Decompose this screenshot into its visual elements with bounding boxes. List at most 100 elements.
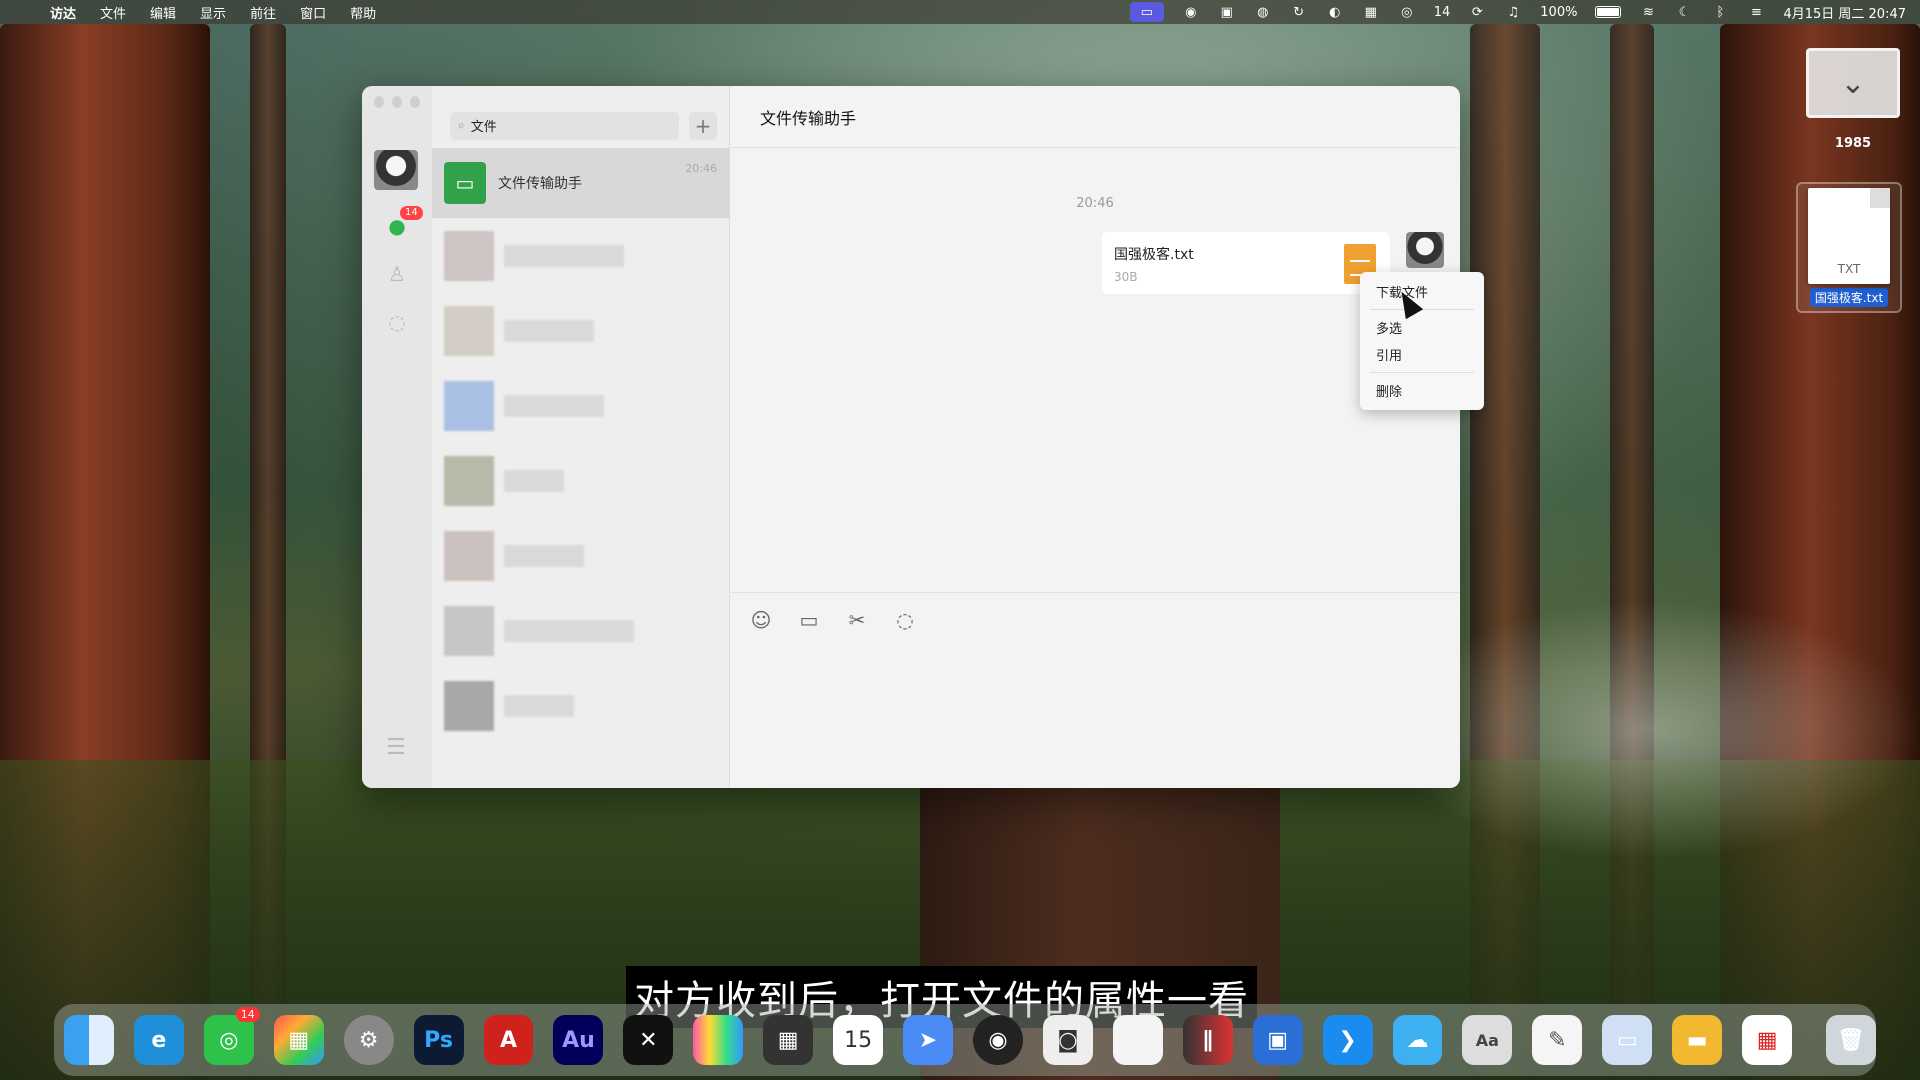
desktop-folder[interactable]: ⌄ 1985	[1806, 48, 1900, 151]
clock[interactable]: 4月15日 周二 20:47	[1783, 3, 1906, 22]
message-timestamp: 20:46	[1076, 196, 1114, 211]
sync-icon[interactable]: ⟳	[1468, 4, 1486, 20]
parallels-icon[interactable]: ∥	[1182, 1015, 1233, 1065]
obs-icon[interactable]: ◉	[972, 1015, 1023, 1065]
battery-icon[interactable]	[1595, 6, 1622, 18]
headphones-icon[interactable]: ♫	[1504, 4, 1522, 20]
desktop-file[interactable]: TXT 国强极客.txt	[1796, 182, 1902, 313]
wechat-status-count: 14	[1433, 4, 1451, 20]
list-item[interactable]	[432, 518, 729, 593]
screenshot-icon[interactable]: ▣	[1218, 4, 1236, 20]
menu-delete[interactable]: 删除	[1360, 377, 1484, 404]
chat-list: ⌕ 文件 + ▭ 文件传输助手 20:46	[432, 86, 730, 788]
circle-icon[interactable]: ◐	[1326, 4, 1344, 20]
arrow-app-icon[interactable]: ❯	[1322, 1015, 1373, 1065]
status-area: ▭ ◉ ▣ ◍ ↻ ◐ ▦ ◎ 14 ⟳ ♫ 100% ≋ ☾ ᛒ ≡ 4月15…	[1129, 2, 1906, 22]
list-item[interactable]	[432, 443, 729, 518]
calendar-icon[interactable]: 15	[833, 1015, 884, 1065]
file-message-size: 30B	[1114, 270, 1138, 284]
chat-item-time: 20:46	[685, 162, 717, 175]
menu-bar: 访达 文件 编辑 显示 前往 窗口 帮助 ▭ ◉ ▣ ◍ ↻ ◐ ▦ ◎ 14 …	[0, 0, 1920, 24]
menu-multi-select[interactable]: 多选	[1360, 314, 1484, 341]
chat-bubble-icon[interactable]: ◍	[1254, 4, 1272, 20]
calendar-day: 15	[844, 1027, 873, 1053]
chat-item-file-transfer[interactable]: ▭ 文件传输助手 20:46	[432, 148, 729, 218]
close-button[interactable]	[374, 96, 384, 108]
edge-icon[interactable]: e	[133, 1015, 184, 1065]
user-avatar[interactable]	[374, 150, 418, 190]
list-item[interactable]	[432, 218, 729, 293]
menu-file[interactable]: 文件	[100, 3, 126, 22]
dock: e ◎ 14 ▦ ⚙ Ps A Au ✕ ▦ 15 ➤ ◉ ◙ ∥ ▣ ❯ ☁ A…	[54, 1004, 1876, 1076]
rotate-icon[interactable]: ↻	[1290, 4, 1308, 20]
wechat-status-icon[interactable]: ◎	[1398, 4, 1416, 20]
search-value: 文件	[470, 120, 497, 135]
chat-header-title: 文件传输助手	[730, 86, 1460, 148]
menu-finder[interactable]: 访达	[50, 3, 76, 22]
context-menu: 下载文件 多选 引用 删除	[1360, 272, 1484, 410]
folder-app-icon[interactable]: ▬	[1672, 1015, 1723, 1065]
moon-icon[interactable]: ☾	[1675, 4, 1693, 20]
add-button[interactable]: +	[689, 111, 717, 140]
apple-icon[interactable]	[14, 4, 30, 20]
wifi-icon[interactable]: ≋	[1639, 4, 1657, 20]
audition-icon[interactable]: Au	[553, 1015, 604, 1065]
wechat-nav-bar: ● 14 ♙ ◌ ☰	[362, 86, 432, 788]
menu-help[interactable]: 帮助	[350, 3, 376, 22]
wechat-icon[interactable]: ◎ 14	[203, 1007, 260, 1065]
remote-desktop-icon[interactable]: ▣	[1252, 1015, 1303, 1065]
menu-view[interactable]: 显示	[200, 3, 226, 22]
favorites-icon[interactable]: ◌	[384, 310, 410, 334]
grid-app-icon[interactable]: ▦	[1742, 1015, 1793, 1065]
bluetooth-icon[interactable]: ᛒ	[1711, 4, 1729, 20]
my-avatar[interactable]	[1406, 232, 1444, 268]
desktop-file-label: 国强极客.txt	[1809, 288, 1889, 307]
screen-mirror-icon[interactable]: ▭	[1129, 2, 1164, 22]
menu-download-file[interactable]: 下载文件	[1360, 278, 1484, 305]
calculator-icon[interactable]: ▦	[763, 1015, 814, 1065]
chat-icon[interactable]: ● 14	[384, 206, 423, 238]
list-item[interactable]	[432, 593, 729, 668]
control-center-icon[interactable]: ≡	[1747, 4, 1765, 20]
settings-icon[interactable]: ⚙	[343, 1015, 394, 1065]
file-type-label: TXT	[1837, 262, 1861, 276]
trash-icon[interactable]: 🗑	[1826, 1015, 1876, 1065]
minimize-button[interactable]	[392, 96, 402, 108]
list-item[interactable]	[432, 293, 729, 368]
grid-icon[interactable]: ▦	[1362, 4, 1380, 20]
contacts-icon[interactable]: ♙	[384, 262, 410, 286]
finder-icon[interactable]	[64, 1015, 114, 1065]
folder-icon[interactable]: ▭	[796, 608, 822, 632]
chat-history-icon[interactable]: ◌	[892, 608, 918, 632]
textedit-icon[interactable]: ✎	[1532, 1015, 1583, 1065]
search-input[interactable]: ⌕ 文件	[450, 111, 679, 140]
notes-icon[interactable]	[1112, 1015, 1163, 1065]
photoshop-icon[interactable]: Ps	[413, 1015, 464, 1065]
menu-icon[interactable]: ☰	[386, 735, 406, 760]
camera-icon[interactable]: ◙	[1042, 1015, 1093, 1065]
scissors-icon[interactable]: ✂	[844, 608, 870, 632]
cloud-download-icon[interactable]: ☁	[1392, 1015, 1443, 1065]
capcut-icon[interactable]: ✕	[623, 1015, 674, 1065]
file-message[interactable]: 国强极客.txt 30B	[1102, 232, 1390, 294]
acrobat-icon[interactable]: A	[483, 1015, 534, 1065]
zoom-button[interactable]	[410, 96, 420, 108]
emoji-icon[interactable]: ☺	[748, 608, 774, 632]
screen-icon[interactable]: ▭	[1602, 1015, 1653, 1065]
chat-panel: 文件传输助手 20:46 国强极客.txt 30B ☺ ▭ ✂ ◌	[730, 86, 1460, 788]
menu-window[interactable]: 窗口	[300, 3, 326, 22]
final-cut-icon[interactable]	[693, 1015, 744, 1065]
list-item[interactable]	[432, 668, 729, 743]
menu-edit[interactable]: 编辑	[150, 3, 176, 22]
record-icon[interactable]: ◉	[1182, 4, 1200, 20]
desktop-folder-label: 1985	[1834, 136, 1872, 151]
bird-icon[interactable]: ➤	[903, 1015, 953, 1065]
menu-quote[interactable]: 引用	[1360, 341, 1484, 368]
input-toolbar: ☺ ▭ ✂ ◌	[748, 608, 918, 632]
launchpad-icon[interactable]: ▦	[273, 1015, 324, 1065]
background-fog	[1380, 600, 1920, 860]
chat-item-title: 文件传输助手	[498, 176, 582, 192]
menu-go[interactable]: 前往	[250, 3, 276, 22]
font-book-icon[interactable]: Aa	[1462, 1015, 1513, 1065]
list-item[interactable]	[432, 368, 729, 443]
